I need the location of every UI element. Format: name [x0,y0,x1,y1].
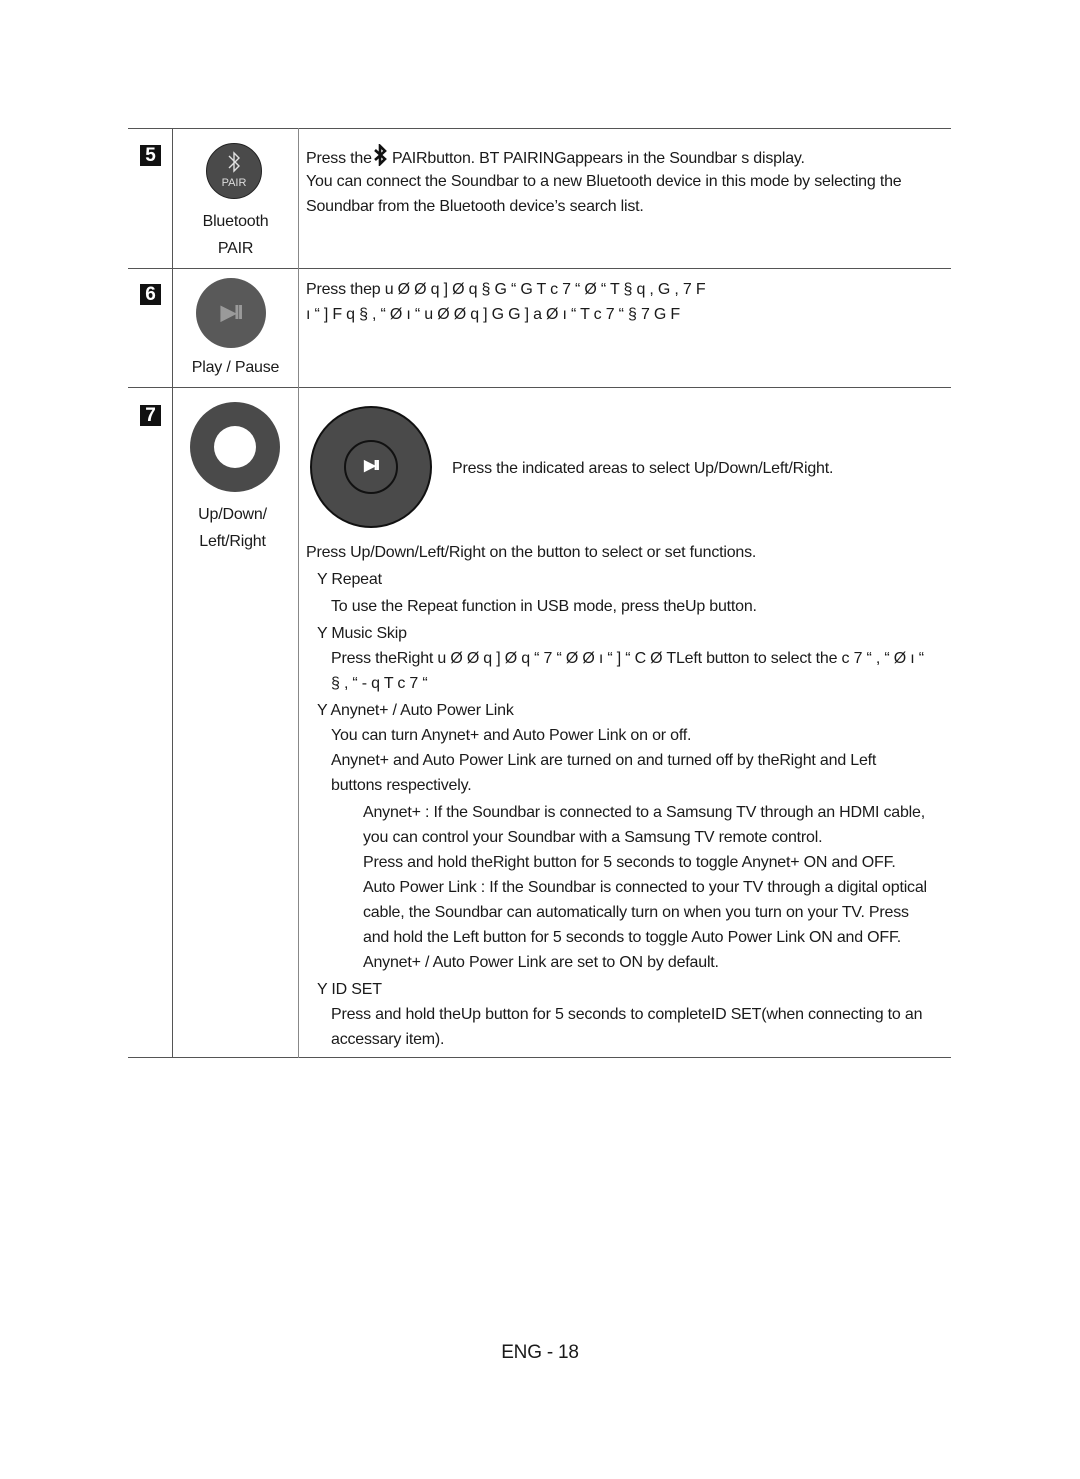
play-pause-icon: ▶II [220,302,244,324]
item-heading-id-set: Y ID SET [317,981,382,998]
button-name: Play / Pause [191,359,280,376]
item-text: Press and hold theUp button for 5 second… [331,1006,923,1023]
note-line: Press and hold theRight button for 5 sec… [363,854,896,871]
note-line: Anynet+ : If the Soundbar is connected t… [363,804,925,821]
item-heading-anynet: Y Anynet+ / Auto Power Link [317,702,514,719]
table-top-border [128,128,951,129]
button-name-secondary: PAIR [217,240,254,257]
text-segment: Press the [306,150,372,167]
item-text: § , “ - q T c 7 “ [331,675,428,692]
column-divider [172,128,173,1058]
note-line: you can control your Soundbar with a Sam… [363,829,823,846]
step-number-badge: 5 [140,145,161,166]
note-line: Auto Power Link : If the Soundbar is con… [363,879,927,896]
manual-page: 5 PAIR Bluetooth PAIR Press the PAIRbutt… [0,0,1080,1479]
item-text: accessary item). [331,1031,445,1048]
item-heading-music-skip: Y Music Skip [317,625,407,642]
note-line: Anynet+ / Auto Power Link are set to ON … [363,954,719,971]
pair-label: PAIR [221,177,247,189]
item-text: buttons respectively. [331,777,472,794]
column-divider [298,128,299,1058]
item-heading-repeat: Y Repeat [317,571,382,588]
description-line: You can connect the Soundbar to a new Bl… [306,173,902,190]
button-name: Bluetooth [202,213,269,230]
item-text: Press theRight u Ø Ø q ] Ø q “ 7 “ Ø Ø ı… [331,650,924,667]
row-divider [128,268,951,269]
bluetooth-icon [207,150,261,179]
dial-caption: Press the indicated areas to select Up/D… [452,460,834,477]
button-name-secondary: Left/Right [199,533,266,550]
direction-dial-illustration: ▶II [310,406,432,528]
ring-center [214,426,256,468]
text-segment: PAIRbutton. BT PAIRINGappears in the Sou… [387,150,805,167]
bluetooth-pair-button-illustration: PAIR [206,143,262,199]
table-bottom-border [128,1057,951,1058]
dial-center-button: ▶II [344,440,398,494]
description-line: ı “ ] F q § , “ Ø ı “ u Ø Ø q ] G G ] a … [306,306,680,323]
button-name: Up/Down/ [198,506,267,523]
section-intro: Press Up/Down/Left/Right on the button t… [306,544,757,561]
step-number-badge: 6 [140,284,161,305]
play-pause-icon: ▶II [364,457,380,474]
item-text: To use the Repeat function in USB mode, … [331,598,757,615]
direction-ring-button-illustration [190,402,280,492]
description-line: Press thep u Ø Ø q ] Ø q § G “ G T c 7 “… [306,281,706,298]
description-line: Soundbar from the Bluetooth device’s sea… [306,198,644,215]
item-text: You can turn Anynet+ and Auto Power Link… [331,727,692,744]
row-divider [128,387,951,388]
note-line: cable, the Soundbar can automatically tu… [363,904,909,921]
page-number: ENG - 18 [501,1342,579,1363]
play-pause-button-illustration: ▶II [196,278,266,348]
note-line: and hold the Left button for 5 seconds t… [363,929,902,946]
item-text: Anynet+ and Auto Power Link are turned o… [331,752,877,769]
step-number-badge: 7 [140,405,161,426]
